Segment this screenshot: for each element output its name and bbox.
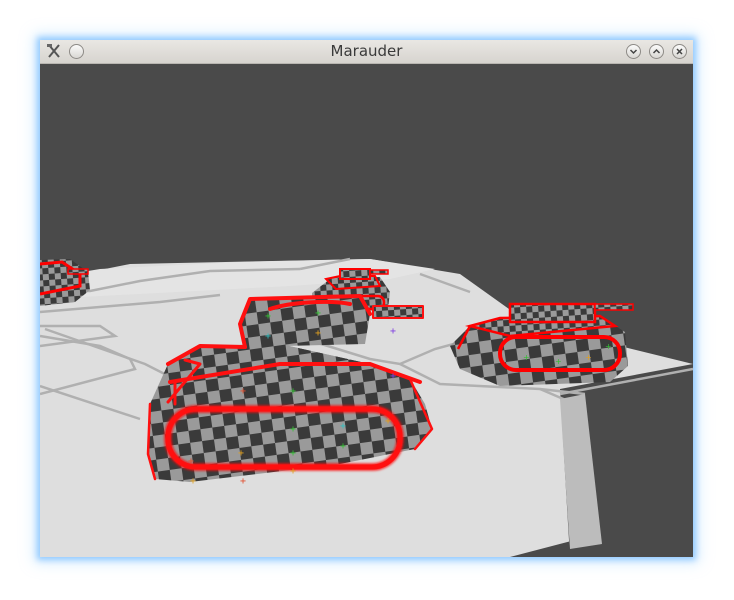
svg-text:+: + bbox=[385, 416, 391, 427]
svg-text:+: + bbox=[290, 466, 296, 477]
svg-text:+: + bbox=[390, 326, 396, 337]
svg-text:+: + bbox=[315, 308, 321, 319]
svg-text:+: + bbox=[290, 448, 296, 459]
title-bar[interactable]: Marauder bbox=[40, 40, 693, 64]
close-button[interactable] bbox=[672, 44, 687, 59]
svg-text:+: + bbox=[523, 353, 530, 362]
svg-text:+: + bbox=[315, 328, 321, 339]
svg-text:+: + bbox=[390, 371, 396, 382]
svg-text:+: + bbox=[240, 386, 246, 397]
svg-text:+: + bbox=[265, 311, 271, 322]
svg-text:+: + bbox=[555, 357, 562, 366]
svg-text:+: + bbox=[240, 476, 246, 487]
svg-text:+: + bbox=[585, 353, 592, 362]
svg-text:+: + bbox=[340, 441, 346, 452]
svg-text:+: + bbox=[265, 331, 271, 342]
svg-text:+: + bbox=[190, 476, 196, 487]
svg-text:+: + bbox=[340, 421, 346, 432]
game-scene: + + + + + + + + + + + + + + + + + + + + … bbox=[40, 64, 693, 557]
chevron-up-icon bbox=[652, 48, 661, 54]
svg-text:+: + bbox=[290, 386, 296, 397]
app-window: Marauder + + + + + + + + + + + + + + + +… bbox=[40, 40, 693, 557]
chevron-down-icon bbox=[629, 49, 638, 55]
svg-text:+: + bbox=[290, 424, 296, 435]
svg-text:+: + bbox=[605, 342, 612, 351]
svg-text:+: + bbox=[188, 456, 194, 467]
game-viewport[interactable]: + + + + + + + + + + + + + + + + + + + + … bbox=[40, 64, 693, 557]
window-title: Marauder bbox=[330, 42, 403, 60]
minimize-button[interactable] bbox=[626, 44, 641, 59]
maximize-button[interactable] bbox=[649, 44, 664, 59]
close-icon bbox=[676, 48, 683, 55]
svg-text:+: + bbox=[238, 448, 244, 459]
